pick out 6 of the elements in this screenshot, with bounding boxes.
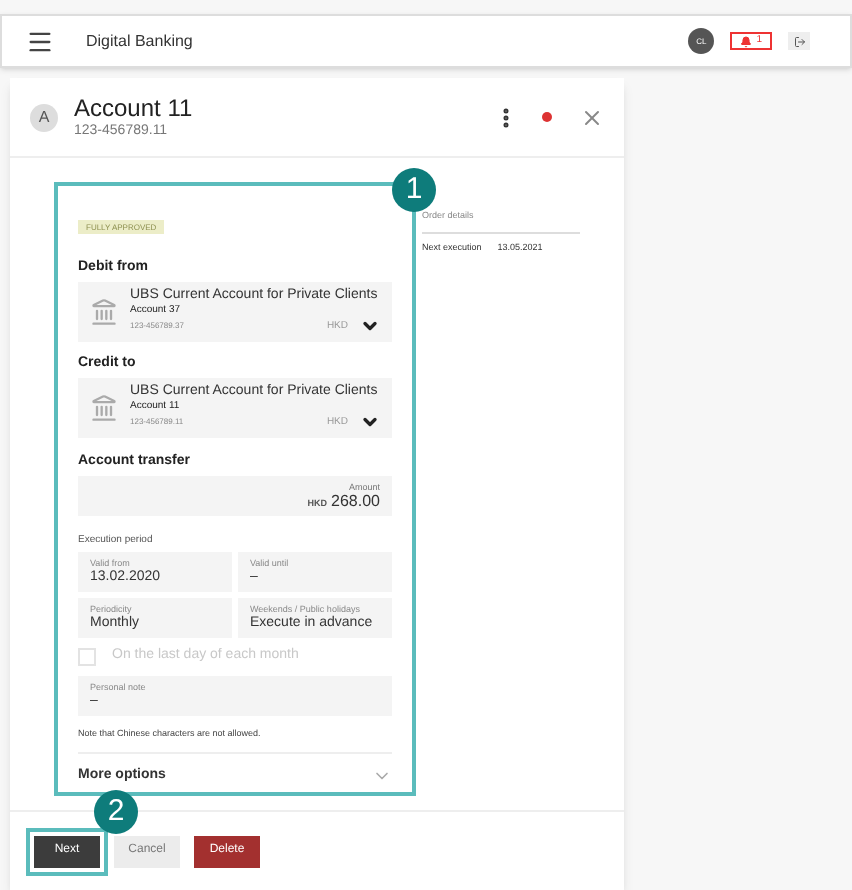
app-title: Digital Banking <box>86 29 193 53</box>
step-number-badge: 2 <box>94 790 138 834</box>
panel-title: Account 11 <box>74 93 195 124</box>
step-number-badge: 1 <box>392 168 436 212</box>
account-avatar: A <box>30 103 58 131</box>
amount-value: 268.00 <box>331 493 380 509</box>
